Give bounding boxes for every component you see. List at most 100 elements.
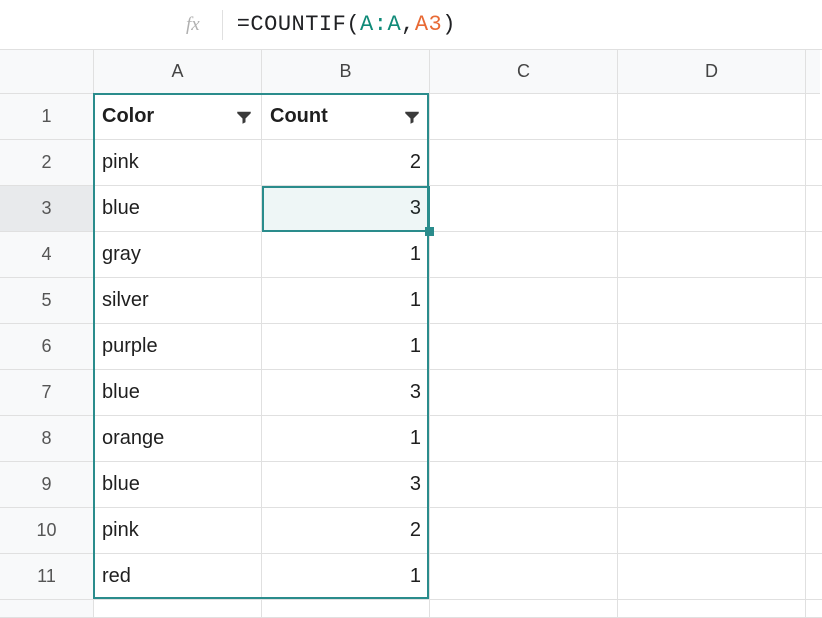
cell-edge[interactable] [806, 140, 822, 186]
row-header-10[interactable]: 10 [0, 508, 94, 554]
cell-a12[interactable] [94, 600, 262, 618]
table-row [94, 600, 822, 618]
table-row: red 1 [94, 554, 822, 600]
column-headers: A B C D [0, 50, 822, 94]
row-header-6[interactable]: 6 [0, 324, 94, 370]
row-header-12[interactable] [0, 600, 94, 618]
table-row: silver 1 [94, 278, 822, 324]
cell-c4[interactable] [430, 232, 618, 278]
cell-c1[interactable] [430, 94, 618, 140]
cell-edge[interactable] [806, 94, 822, 140]
cell-b5[interactable]: 1 [262, 278, 430, 324]
table-row: purple 1 [94, 324, 822, 370]
table-row: pink 2 [94, 140, 822, 186]
cell-edge[interactable] [806, 186, 822, 232]
cell-d8[interactable] [618, 416, 806, 462]
cell-a4[interactable]: gray [94, 232, 262, 278]
cell-d12[interactable] [618, 600, 806, 618]
cell-edge[interactable] [806, 416, 822, 462]
formula-bar: fx =COUNTIF ( A:A , A3 ) [0, 0, 822, 50]
cell-edge[interactable] [806, 600, 822, 618]
cell-b1[interactable]: Count [262, 94, 430, 140]
row-header-5[interactable]: 5 [0, 278, 94, 324]
cell-b12[interactable] [262, 600, 430, 618]
formula-range: A:A [360, 12, 401, 37]
formula-ref: A3 [415, 12, 442, 37]
select-all-corner[interactable] [0, 50, 94, 94]
cell-c6[interactable] [430, 324, 618, 370]
cell-d4[interactable] [618, 232, 806, 278]
divider [222, 10, 223, 40]
table-row: orange 1 [94, 416, 822, 462]
cell-d11[interactable] [618, 554, 806, 600]
col-header-b[interactable]: B [262, 50, 430, 94]
col-header-a[interactable]: A [94, 50, 262, 94]
cell-edge[interactable] [806, 508, 822, 554]
formula-func: =COUNTIF [237, 12, 347, 37]
cell-edge[interactable] [806, 232, 822, 278]
cell-d1[interactable] [618, 94, 806, 140]
cell-a11[interactable]: red [94, 554, 262, 600]
cell-c7[interactable] [430, 370, 618, 416]
cell-b6[interactable]: 1 [262, 324, 430, 370]
cell-c3[interactable] [430, 186, 618, 232]
cell-c9[interactable] [430, 462, 618, 508]
cell-a5[interactable]: silver [94, 278, 262, 324]
fx-icon: fx [170, 14, 216, 36]
row-header-8[interactable]: 8 [0, 416, 94, 462]
cell-d6[interactable] [618, 324, 806, 370]
cell-a3[interactable]: blue [94, 186, 262, 232]
row-header-3[interactable]: 3 [0, 186, 94, 232]
cell-a8[interactable]: orange [94, 416, 262, 462]
cell-edge[interactable] [806, 462, 822, 508]
row-header-2[interactable]: 2 [0, 140, 94, 186]
row-header-1[interactable]: 1 [0, 94, 94, 140]
col-header-d[interactable]: D [618, 50, 806, 94]
cell-b11[interactable]: 1 [262, 554, 430, 600]
paren-close: ) [442, 12, 456, 37]
cell-edge[interactable] [806, 278, 822, 324]
cell-b4[interactable]: 1 [262, 232, 430, 278]
filter-icon[interactable] [403, 108, 421, 126]
cell-b9[interactable]: 3 [262, 462, 430, 508]
row-header-9[interactable]: 9 [0, 462, 94, 508]
cell-a7[interactable]: blue [94, 370, 262, 416]
cell-d9[interactable] [618, 462, 806, 508]
cell-d2[interactable] [618, 140, 806, 186]
cell-a10[interactable]: pink [94, 508, 262, 554]
cell-a6[interactable]: purple [94, 324, 262, 370]
row-header-7[interactable]: 7 [0, 370, 94, 416]
cell-c5[interactable] [430, 278, 618, 324]
fill-handle[interactable] [425, 227, 434, 236]
cell-b8[interactable]: 1 [262, 416, 430, 462]
cell-d5[interactable] [618, 278, 806, 324]
table-row: blue 3 [94, 462, 822, 508]
formula-input[interactable]: =COUNTIF ( A:A , A3 ) [237, 12, 456, 37]
cell-c11[interactable] [430, 554, 618, 600]
table-row: pink 2 [94, 508, 822, 554]
col-header-c[interactable]: C [430, 50, 618, 94]
cell-b3[interactable]: 3 [262, 186, 430, 232]
cell-a9[interactable]: blue [94, 462, 262, 508]
table-row: blue 3 [94, 186, 822, 232]
row-header-4[interactable]: 4 [0, 232, 94, 278]
cell-b2[interactable]: 2 [262, 140, 430, 186]
cell-a2[interactable]: pink [94, 140, 262, 186]
cell-edge[interactable] [806, 370, 822, 416]
cell-d10[interactable] [618, 508, 806, 554]
cell-edge[interactable] [806, 324, 822, 370]
cell-b7[interactable]: 3 [262, 370, 430, 416]
cell-c8[interactable] [430, 416, 618, 462]
cell-c12[interactable] [430, 600, 618, 618]
cell-edge[interactable] [806, 554, 822, 600]
cell-a1[interactable]: Color [94, 94, 262, 140]
cell-d7[interactable] [618, 370, 806, 416]
comma: , [401, 12, 415, 37]
grid[interactable]: Color Count pink 2 blue [94, 94, 822, 618]
cell-d3[interactable] [618, 186, 806, 232]
cell-b10[interactable]: 2 [262, 508, 430, 554]
cell-c2[interactable] [430, 140, 618, 186]
filter-icon[interactable] [235, 108, 253, 126]
cell-c10[interactable] [430, 508, 618, 554]
row-header-11[interactable]: 11 [0, 554, 94, 600]
